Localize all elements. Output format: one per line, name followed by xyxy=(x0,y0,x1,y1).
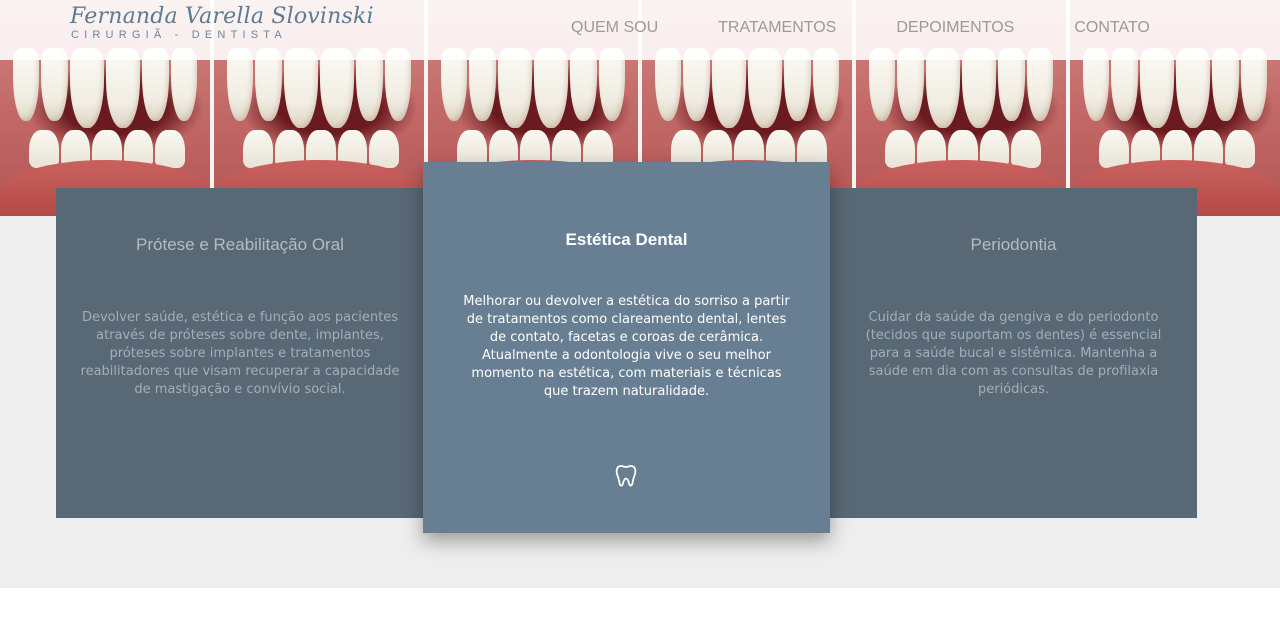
nav-contato[interactable]: CONTATO xyxy=(1074,19,1150,37)
logo-name: Fernanda Varella Slovinski xyxy=(70,4,374,29)
card-protese[interactable]: Prótese e Reabilitação Oral Devolver saú… xyxy=(56,188,424,518)
card-periodontia[interactable]: Periodontia Cuidar da saúde da gengiva e… xyxy=(830,188,1197,518)
main-nav: QUEM SOU TRATAMENTOS DEPOIMENTOS CONTATO xyxy=(571,19,1150,37)
site-header: Fernanda Varella Slovinski CIRURGIÃ - DE… xyxy=(0,0,1280,60)
card-text: Cuidar da saúde da gengiva e do periodon… xyxy=(865,310,1162,397)
tooth-icon xyxy=(615,465,637,487)
card-title: Estética Dental xyxy=(565,230,688,249)
logo-subtitle: CIRURGIÃ - DENTISTA xyxy=(71,29,287,41)
nav-quem-sou[interactable]: QUEM SOU xyxy=(571,19,658,37)
logo[interactable]: Fernanda Varella Slovinski CIRURGIÃ - DE… xyxy=(70,4,374,41)
card-estetica[interactable]: Estética Dental Melhorar ou devolver a e… xyxy=(423,162,830,533)
nav-depoimentos[interactable]: DEPOIMENTOS xyxy=(896,19,1014,37)
nav-tratamentos[interactable]: TRATAMENTOS xyxy=(718,19,836,37)
page: Fernanda Varella Slovinski CIRURGIÃ - DE… xyxy=(0,0,1280,640)
card-text: Devolver saúde, estética e função aos pa… xyxy=(80,310,400,397)
card-title: Periodontia xyxy=(970,235,1057,254)
card-title: Prótese e Reabilitação Oral xyxy=(136,235,344,254)
card-text: Melhorar ou devolver a estética do sorri… xyxy=(463,294,790,399)
